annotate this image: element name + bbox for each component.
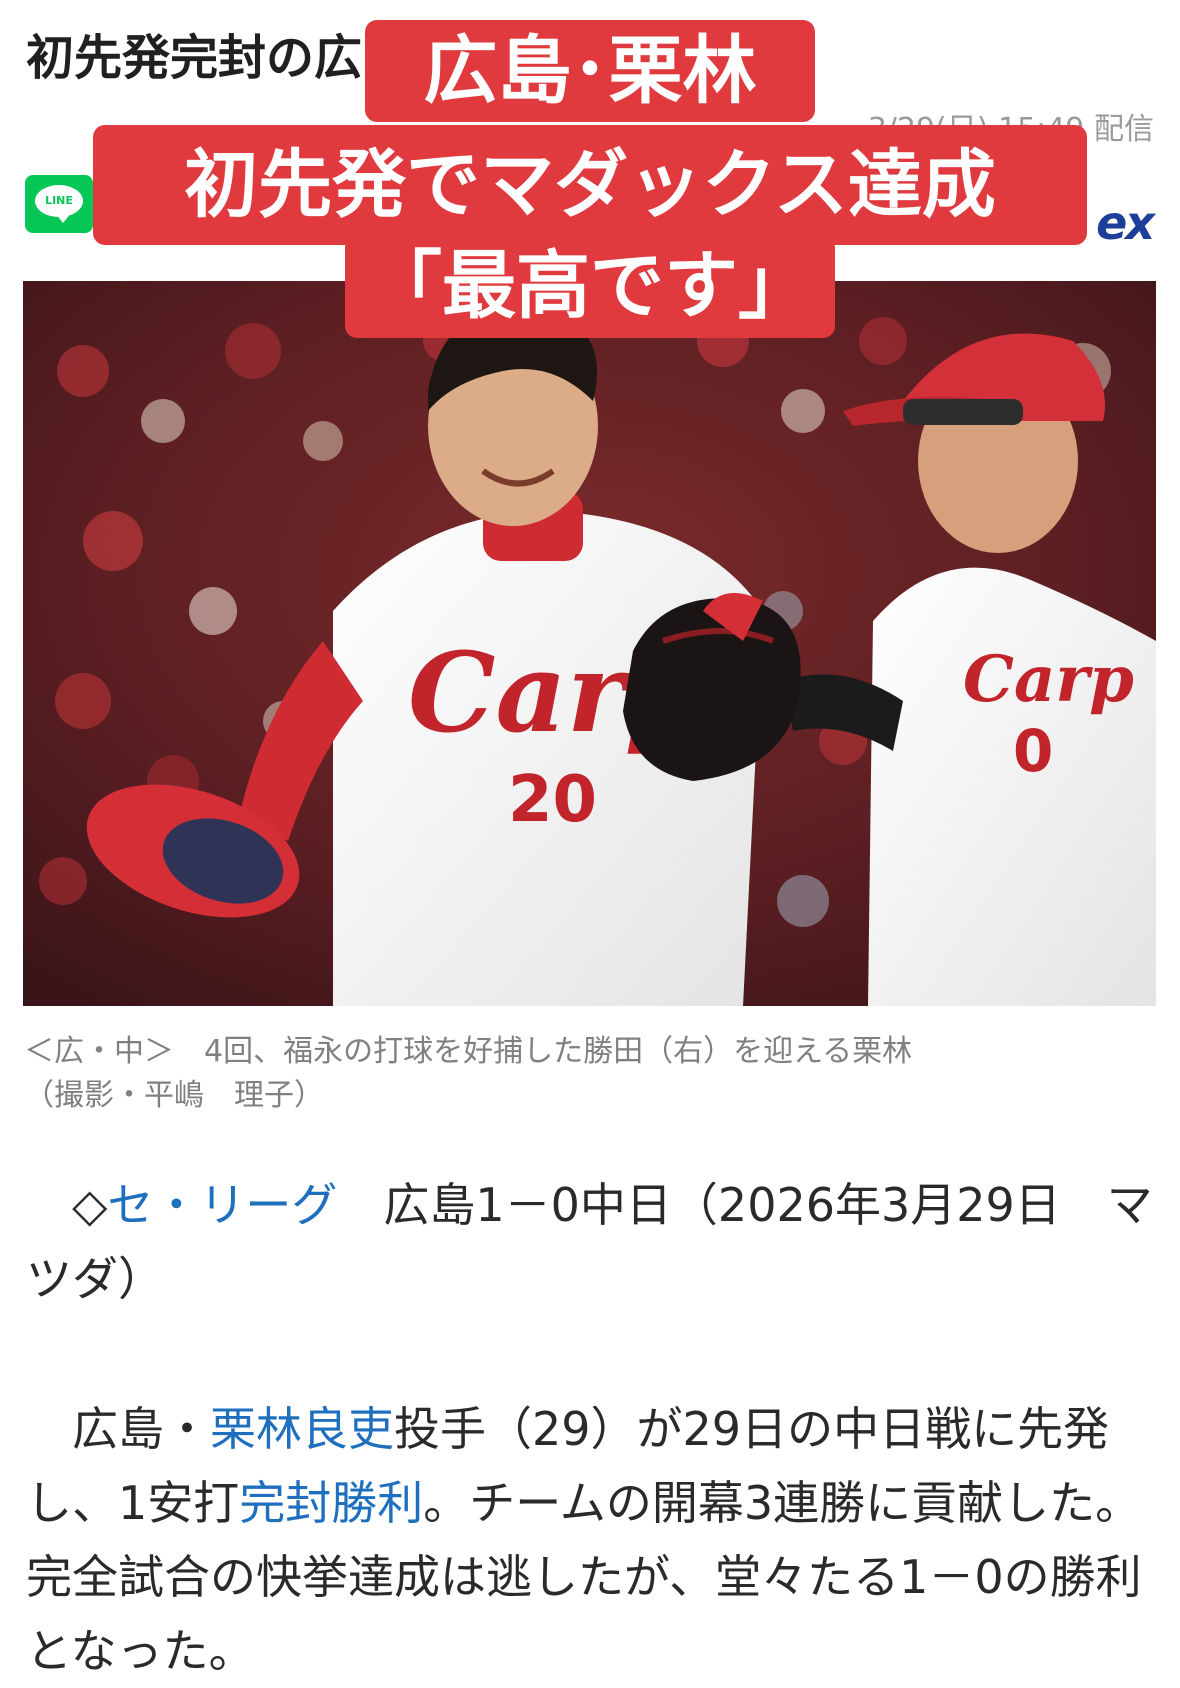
jersey-number-right: 0 <box>1013 717 1053 785</box>
jersey-number-left: 20 <box>508 763 597 837</box>
source-logo: ex <box>1096 196 1155 250</box>
article-paragraph-1: ◇セ・リーグ 広島1－0中日（2026年3月29日 マツダ） <box>26 1168 1156 1316</box>
jersey-wordmark-right: Carp <box>963 642 1134 717</box>
para1-prefix: ◇ <box>26 1178 108 1232</box>
caption-line-2: （撮影・平嶋 理子） <box>24 1078 324 1113</box>
line-icon-tail <box>55 213 71 223</box>
overlay-banner-line2: 初先発でマダックス達成 <box>93 125 1087 245</box>
shutout-link[interactable]: 完封勝利 <box>239 1476 423 1530</box>
league-link[interactable]: セ・リーグ <box>107 1178 337 1232</box>
overlay-banner-line3: 「最高です」 <box>345 236 835 338</box>
para2-prefix: 広島・ <box>26 1402 210 1456</box>
line-share-button[interactable]: LINE <box>25 175 93 233</box>
photo-caption: ＜広・中＞ 4回、福永の打球を好捕した勝田（右）を迎える栗林 （撮影・平嶋 理子… <box>24 1030 1154 1118</box>
photo-illustration: Carp 0 Carp 20 <box>23 281 1156 1006</box>
caption-line-1: ＜広・中＞ 4回、福永の打球を好捕した勝田（右）を迎える栗林 <box>24 1034 913 1069</box>
overlay-banner-line1: 広島･栗林 <box>365 20 815 122</box>
article-paragraph-2: 広島・栗林良吏投手（29）が29日の中日戦に先発し、1安打完封勝利。チームの開幕… <box>26 1392 1156 1688</box>
player-link[interactable]: 栗林良吏 <box>210 1402 394 1456</box>
article-photo: Carp 0 Carp 20 <box>23 281 1156 1006</box>
